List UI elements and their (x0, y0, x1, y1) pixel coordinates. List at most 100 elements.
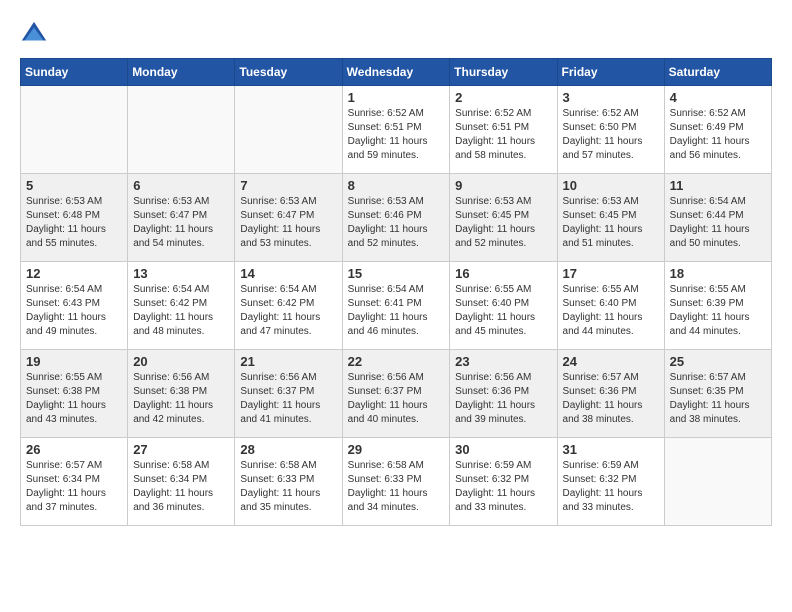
day-info: Sunrise: 6:56 AMSunset: 6:37 PMDaylight:… (240, 371, 336, 427)
day-number: 20 (133, 354, 229, 369)
day-number: 30 (455, 442, 551, 457)
day-number: 10 (563, 178, 659, 193)
day-info: Sunrise: 6:56 AMSunset: 6:36 PMDaylight:… (455, 371, 551, 427)
calendar-cell: 1 Sunrise: 6:52 AMSunset: 6:51 PMDaylight… (342, 86, 450, 174)
calendar-cell: 30 Sunrise: 6:59 AMSunset: 6:32 PMDayligh… (450, 438, 557, 526)
day-info: Sunrise: 6:56 AMSunset: 6:37 PMDaylight:… (348, 371, 445, 427)
day-info: Sunrise: 6:53 AMSunset: 6:46 PMDaylight:… (348, 195, 445, 251)
calendar-cell: 7Sunrise: 6:53 AMSunset: 6:47 PMDaylight… (235, 174, 342, 262)
day-number: 1 (348, 90, 445, 105)
day-number: 17 (563, 266, 659, 281)
day-of-week-header: Saturday (664, 59, 771, 86)
day-info: Sunrise: 6:53 AMSunset: 6:48 PMDaylight:… (26, 195, 122, 251)
calendar-cell: 3 Sunrise: 6:52 AMSunset: 6:50 PMDaylight… (557, 86, 664, 174)
day-info: Sunrise: 6:58 AMSunset: 6:34 PMDaylight:… (133, 459, 229, 515)
day-info: Sunrise: 6:58 AMSunset: 6:33 PMDaylight:… (240, 459, 336, 515)
calendar-cell: 8Sunrise: 6:53 AMSunset: 6:46 PMDaylight… (342, 174, 450, 262)
logo (20, 20, 50, 48)
day-info: Sunrise: 6:55 AMSunset: 6:40 PMDaylight:… (563, 283, 659, 339)
day-number: 4 (670, 90, 766, 105)
calendar-cell: 18 Sunrise: 6:55 AMSunset: 6:39 PMDayligh… (664, 262, 771, 350)
calendar-cell: 24 Sunrise: 6:57 AMSunset: 6:36 PMDayligh… (557, 350, 664, 438)
day-number: 18 (670, 266, 766, 281)
day-info: Sunrise: 6:56 AMSunset: 6:38 PMDaylight:… (133, 371, 229, 427)
day-info: Sunrise: 6:53 AMSunset: 6:45 PMDaylight:… (455, 195, 551, 251)
calendar-cell (664, 438, 771, 526)
calendar-cell: 13 Sunrise: 6:54 AMSunset: 6:42 PMDayligh… (128, 262, 235, 350)
day-number: 13 (133, 266, 229, 281)
day-info: Sunrise: 6:54 AMSunset: 6:43 PMDaylight:… (26, 283, 122, 339)
day-number: 21 (240, 354, 336, 369)
page-header (20, 20, 772, 48)
day-info: Sunrise: 6:52 AMSunset: 6:49 PMDaylight:… (670, 107, 766, 163)
day-of-week-header: Monday (128, 59, 235, 86)
day-info: Sunrise: 6:57 AMSunset: 6:35 PMDaylight:… (670, 371, 766, 427)
day-number: 22 (348, 354, 445, 369)
day-info: Sunrise: 6:54 AMSunset: 6:42 PMDaylight:… (133, 283, 229, 339)
day-info: Sunrise: 6:55 AMSunset: 6:40 PMDaylight:… (455, 283, 551, 339)
calendar-cell: 19Sunrise: 6:55 AMSunset: 6:38 PMDayligh… (21, 350, 128, 438)
day-info: Sunrise: 6:54 AMSunset: 6:44 PMDaylight:… (670, 195, 766, 251)
day-info: Sunrise: 6:52 AMSunset: 6:51 PMDaylight:… (455, 107, 551, 163)
day-info: Sunrise: 6:57 AMSunset: 6:36 PMDaylight:… (563, 371, 659, 427)
day-info: Sunrise: 6:57 AMSunset: 6:34 PMDaylight:… (26, 459, 122, 515)
day-number: 12 (26, 266, 122, 281)
calendar-cell: 27Sunrise: 6:58 AMSunset: 6:34 PMDayligh… (128, 438, 235, 526)
day-number: 6 (133, 178, 229, 193)
calendar-cell: 23Sunrise: 6:56 AMSunset: 6:36 PMDayligh… (450, 350, 557, 438)
calendar-cell: 10 Sunrise: 6:53 AMSunset: 6:45 PMDayligh… (557, 174, 664, 262)
calendar-cell (21, 86, 128, 174)
day-of-week-header: Sunday (21, 59, 128, 86)
calendar-cell: 5 Sunrise: 6:53 AMSunset: 6:48 PMDaylight… (21, 174, 128, 262)
day-number: 14 (240, 266, 336, 281)
calendar-table: SundayMondayTuesdayWednesdayThursdayFrid… (20, 58, 772, 526)
day-of-week-header: Tuesday (235, 59, 342, 86)
calendar-cell: 4 Sunrise: 6:52 AMSunset: 6:49 PMDaylight… (664, 86, 771, 174)
calendar-cell: 29Sunrise: 6:58 AMSunset: 6:33 PMDayligh… (342, 438, 450, 526)
day-number: 16 (455, 266, 551, 281)
day-info: Sunrise: 6:53 AMSunset: 6:47 PMDaylight:… (240, 195, 336, 251)
calendar-cell (235, 86, 342, 174)
calendar-week-row: 5 Sunrise: 6:53 AMSunset: 6:48 PMDaylight… (21, 174, 772, 262)
calendar-week-row: 26 Sunrise: 6:57 AMSunset: 6:34 PMDayligh… (21, 438, 772, 526)
day-number: 24 (563, 354, 659, 369)
day-of-week-header: Wednesday (342, 59, 450, 86)
day-info: Sunrise: 6:54 AMSunset: 6:42 PMDaylight:… (240, 283, 336, 339)
calendar-cell (128, 86, 235, 174)
calendar-cell: 14 Sunrise: 6:54 AMSunset: 6:42 PMDayligh… (235, 262, 342, 350)
calendar-cell: 26 Sunrise: 6:57 AMSunset: 6:34 PMDayligh… (21, 438, 128, 526)
day-number: 19 (26, 354, 122, 369)
calendar-cell: 25 Sunrise: 6:57 AMSunset: 6:35 PMDayligh… (664, 350, 771, 438)
calendar-cell: 17 Sunrise: 6:55 AMSunset: 6:40 PMDayligh… (557, 262, 664, 350)
day-info: Sunrise: 6:54 AMSunset: 6:41 PMDaylight:… (348, 283, 445, 339)
day-info: Sunrise: 6:58 AMSunset: 6:33 PMDaylight:… (348, 459, 445, 515)
day-number: 3 (563, 90, 659, 105)
day-info: Sunrise: 6:59 AMSunset: 6:32 PMDaylight:… (455, 459, 551, 515)
calendar-cell: 6 Sunrise: 6:53 AMSunset: 6:47 PMDaylight… (128, 174, 235, 262)
day-number: 25 (670, 354, 766, 369)
calendar-cell: 11Sunrise: 6:54 AMSunset: 6:44 PMDayligh… (664, 174, 771, 262)
day-number: 26 (26, 442, 122, 457)
day-info: Sunrise: 6:53 AMSunset: 6:47 PMDaylight:… (133, 195, 229, 251)
calendar-cell: 16 Sunrise: 6:55 AMSunset: 6:40 PMDayligh… (450, 262, 557, 350)
calendar-cell: 12 Sunrise: 6:54 AMSunset: 6:43 PMDayligh… (21, 262, 128, 350)
day-number: 28 (240, 442, 336, 457)
calendar-cell: 20 Sunrise: 6:56 AMSunset: 6:38 PMDayligh… (128, 350, 235, 438)
calendar-cell: 2Sunrise: 6:52 AMSunset: 6:51 PMDaylight… (450, 86, 557, 174)
calendar-week-row: 1 Sunrise: 6:52 AMSunset: 6:51 PMDaylight… (21, 86, 772, 174)
calendar-cell: 9 Sunrise: 6:53 AMSunset: 6:45 PMDaylight… (450, 174, 557, 262)
day-of-week-header: Friday (557, 59, 664, 86)
calendar-week-row: 12 Sunrise: 6:54 AMSunset: 6:43 PMDayligh… (21, 262, 772, 350)
day-info: Sunrise: 6:55 AMSunset: 6:39 PMDaylight:… (670, 283, 766, 339)
day-info: Sunrise: 6:52 AMSunset: 6:51 PMDaylight:… (348, 107, 445, 163)
day-info: Sunrise: 6:59 AMSunset: 6:32 PMDaylight:… (563, 459, 659, 515)
day-number: 31 (563, 442, 659, 457)
day-info: Sunrise: 6:52 AMSunset: 6:50 PMDaylight:… (563, 107, 659, 163)
day-info: Sunrise: 6:53 AMSunset: 6:45 PMDaylight:… (563, 195, 659, 251)
day-of-week-header: Thursday (450, 59, 557, 86)
day-number: 15 (348, 266, 445, 281)
day-number: 5 (26, 178, 122, 193)
calendar-cell: 22 Sunrise: 6:56 AMSunset: 6:37 PMDayligh… (342, 350, 450, 438)
calendar-header-row: SundayMondayTuesdayWednesdayThursdayFrid… (21, 59, 772, 86)
day-number: 9 (455, 178, 551, 193)
